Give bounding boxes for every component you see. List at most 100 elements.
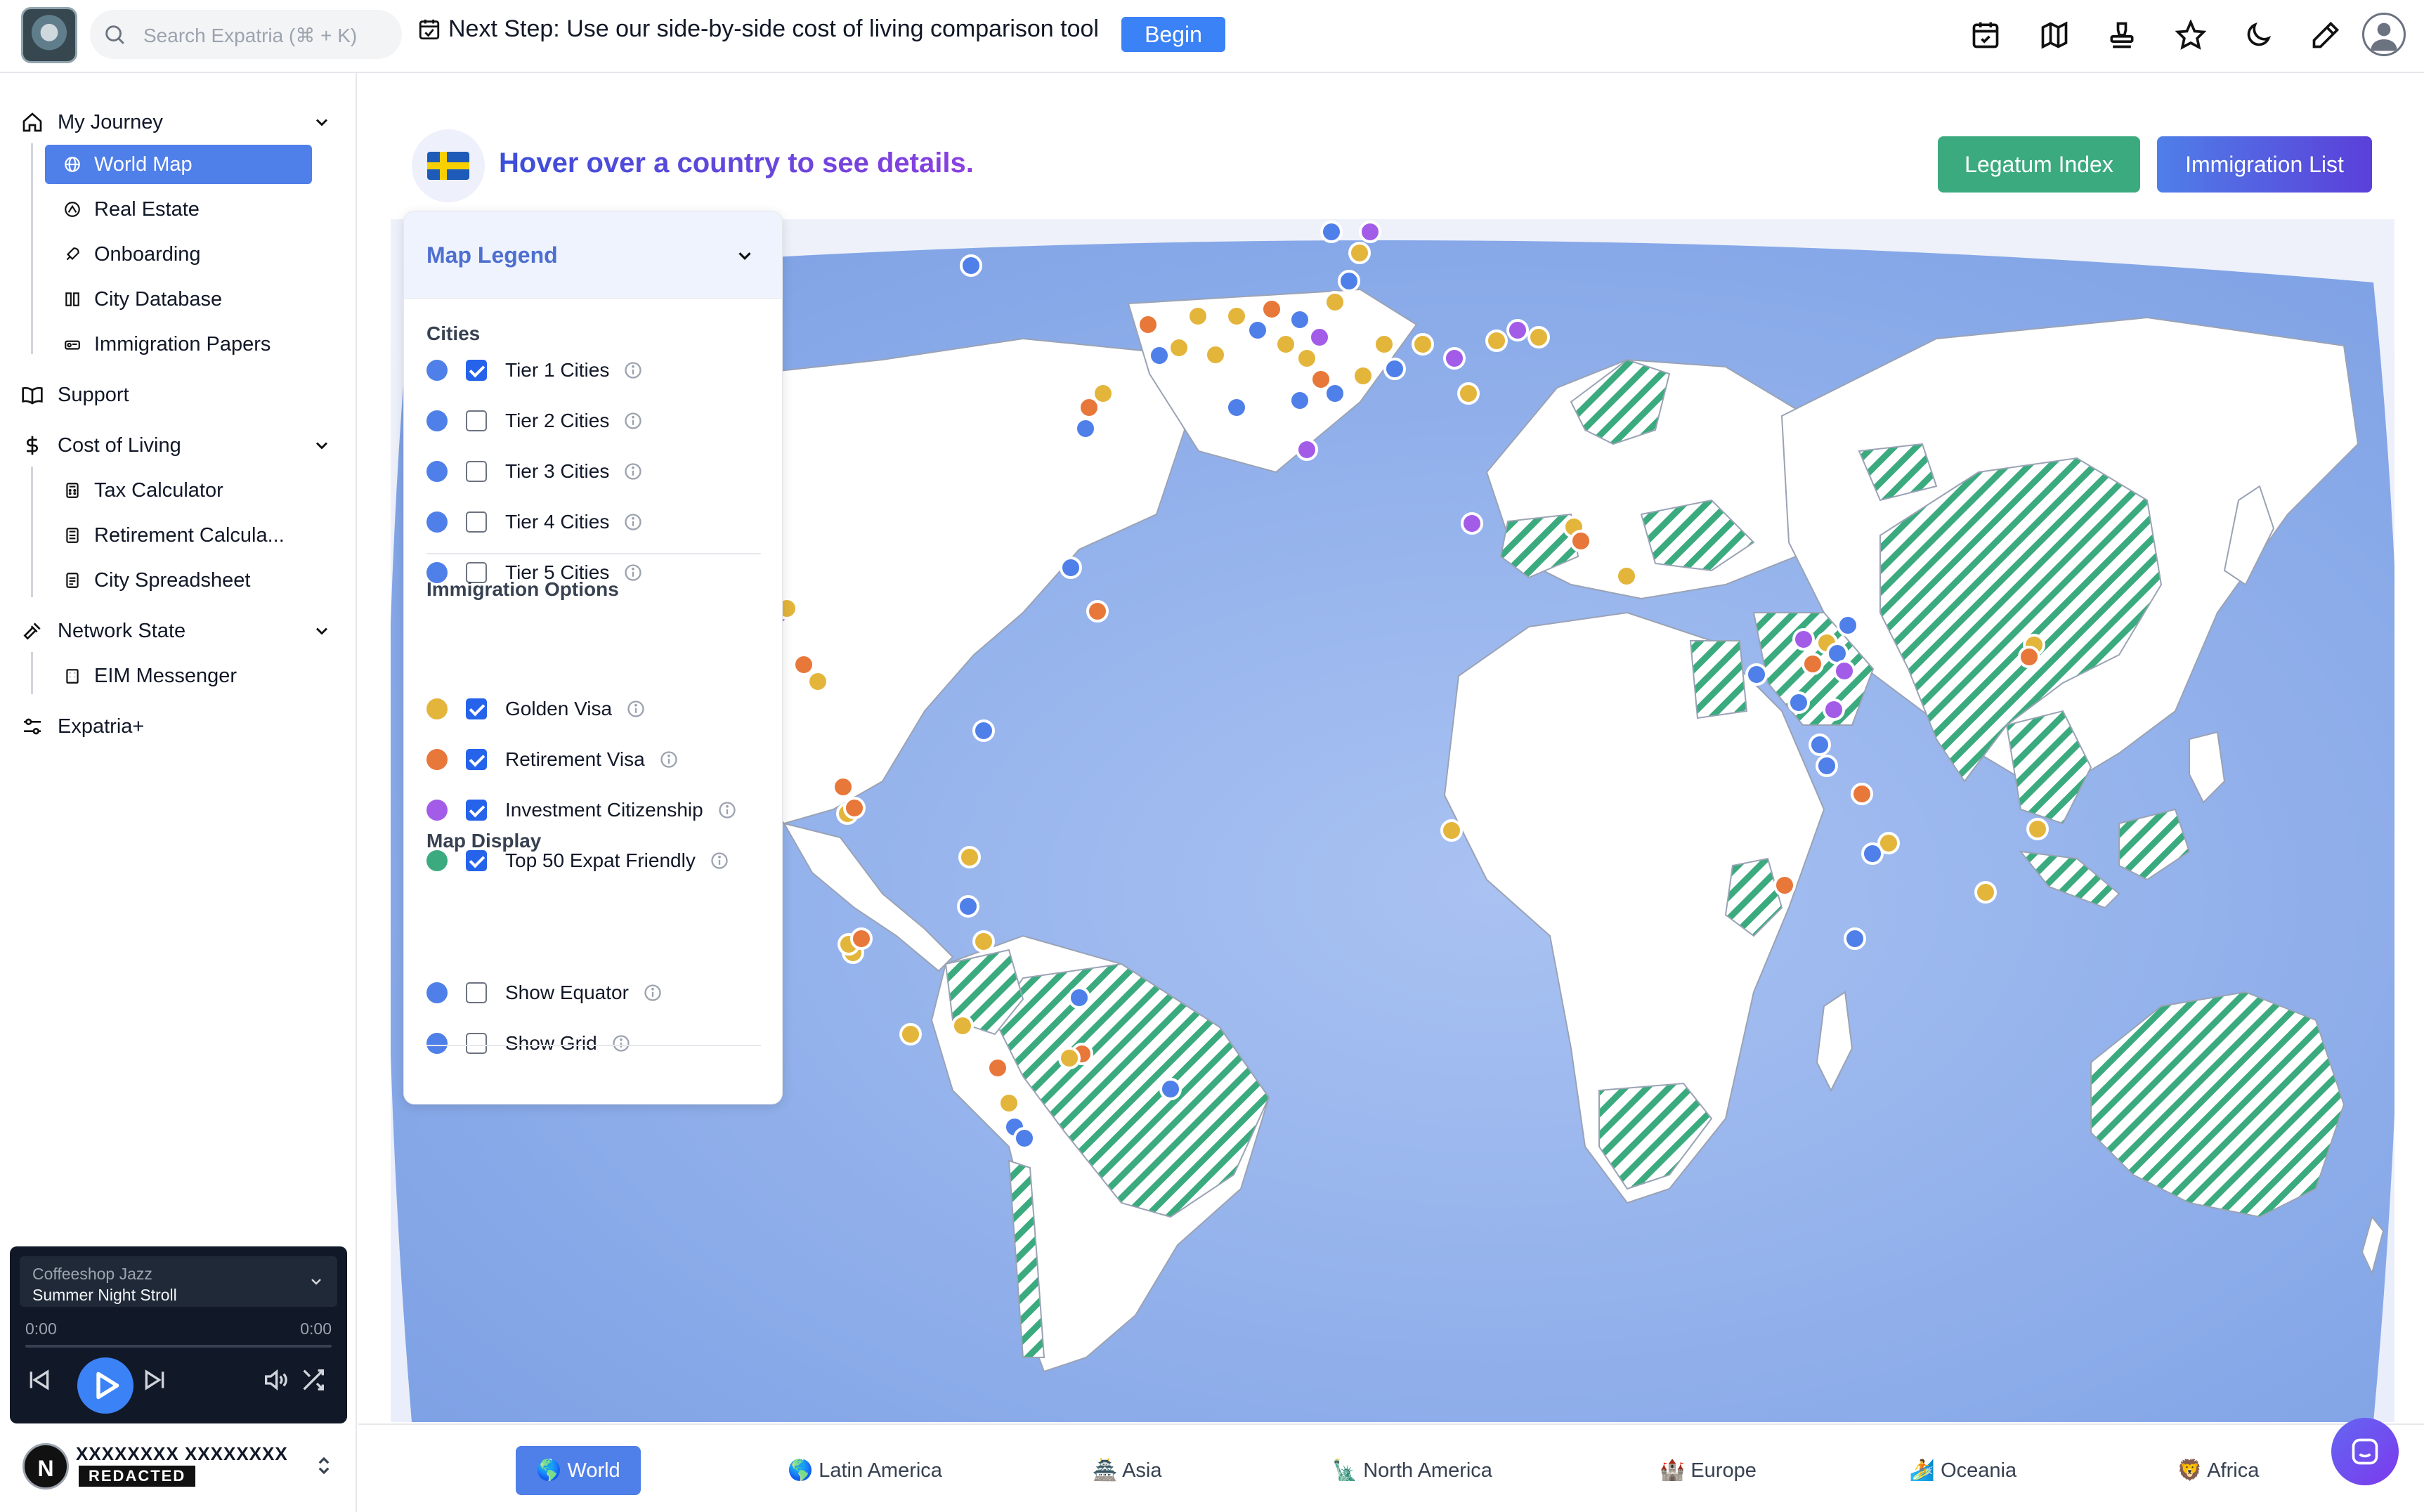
city-marker[interactable] xyxy=(1745,663,1768,686)
city-marker[interactable] xyxy=(1443,347,1466,370)
info-icon[interactable] xyxy=(623,462,643,481)
region-tab-oceania[interactable]: 🏄 Oceania xyxy=(1893,1446,2033,1495)
city-marker[interactable] xyxy=(1974,881,1997,904)
legend-row[interactable]: Tier 1 Cities xyxy=(426,355,643,386)
city-marker[interactable] xyxy=(1801,653,1824,675)
city-marker[interactable] xyxy=(1440,819,1463,842)
legend-checkbox[interactable] xyxy=(466,850,487,871)
legend-row[interactable]: Golden Visa xyxy=(426,693,646,724)
city-marker[interactable] xyxy=(793,653,815,676)
city-marker[interactable] xyxy=(958,846,981,868)
city-marker[interactable] xyxy=(1412,333,1434,356)
chevron-up-down-icon[interactable] xyxy=(313,1453,334,1478)
city-marker[interactable] xyxy=(1844,927,1866,950)
sidebar-section-cost-of-living[interactable]: Cost of Living xyxy=(21,424,181,467)
info-icon[interactable] xyxy=(623,512,643,532)
legend-checkbox[interactable] xyxy=(466,749,487,770)
city-marker[interactable] xyxy=(972,719,995,742)
legend-checkbox[interactable] xyxy=(466,461,487,482)
immigration-list-button[interactable]: Immigration List xyxy=(2157,136,2372,193)
legend-row[interactable]: Tier 3 Cities xyxy=(426,456,643,487)
city-marker[interactable] xyxy=(1225,305,1248,327)
city-marker[interactable] xyxy=(1485,330,1508,352)
legend-checkbox[interactable] xyxy=(466,360,487,381)
legatum-index-button[interactable]: Legatum Index xyxy=(1938,136,2140,193)
chevron-down-icon[interactable] xyxy=(312,621,332,641)
city-marker[interactable] xyxy=(1457,382,1480,405)
legend-header[interactable]: Map Legend xyxy=(404,211,782,299)
volume-icon[interactable] xyxy=(261,1366,289,1394)
city-marker[interactable] xyxy=(1137,313,1159,336)
city-marker[interactable] xyxy=(972,930,995,953)
sidebar-item-city-spreadsheet[interactable]: City Spreadsheet xyxy=(45,561,312,600)
play-button[interactable] xyxy=(77,1357,133,1414)
skip-back-icon[interactable] xyxy=(25,1366,53,1394)
moon-icon[interactable] xyxy=(2243,20,2274,51)
sidebar-section-my-journey[interactable]: My Journey xyxy=(21,101,163,143)
skip-forward-icon[interactable] xyxy=(141,1366,169,1394)
city-marker[interactable] xyxy=(832,776,854,798)
info-icon[interactable] xyxy=(659,750,679,769)
city-marker[interactable] xyxy=(1506,319,1529,341)
city-marker[interactable] xyxy=(1187,305,1209,327)
info-icon[interactable] xyxy=(717,800,737,820)
city-marker[interactable] xyxy=(1060,556,1082,579)
legend-row[interactable]: Investment Citizenship xyxy=(426,795,737,826)
sidebar-item-real-estate[interactable]: Real Estate xyxy=(45,190,312,229)
chevron-down-icon[interactable] xyxy=(312,436,332,455)
city-marker[interactable] xyxy=(1159,1078,1182,1100)
city-marker[interactable] xyxy=(1058,1047,1081,1069)
city-marker[interactable] xyxy=(1570,530,1592,552)
chat-button[interactable] xyxy=(2331,1418,2399,1485)
sidebar-item-eim-messenger[interactable]: EIM Messenger xyxy=(45,656,312,696)
city-marker[interactable] xyxy=(1168,337,1190,359)
city-marker[interactable] xyxy=(1352,365,1374,387)
city-marker[interactable] xyxy=(1615,565,1638,587)
playlist-selector[interactable]: Coffeeshop Jazz Summer Night Stroll xyxy=(20,1256,337,1307)
legend-checkbox[interactable] xyxy=(466,982,487,1003)
city-marker[interactable] xyxy=(951,1015,974,1037)
city-marker[interactable] xyxy=(2026,818,2049,840)
stamp-icon[interactable] xyxy=(2106,20,2137,51)
city-marker[interactable] xyxy=(1148,344,1171,367)
city-marker[interactable] xyxy=(1260,298,1283,320)
info-icon[interactable] xyxy=(643,983,663,1003)
map-icon[interactable] xyxy=(2039,20,2070,51)
region-tab-world[interactable]: 🌎 World xyxy=(516,1446,641,1495)
calendar-check-icon[interactable] xyxy=(1970,20,2001,51)
city-marker[interactable] xyxy=(1320,221,1343,243)
city-marker[interactable] xyxy=(1338,270,1360,292)
progress-bar[interactable] xyxy=(25,1345,332,1348)
city-marker[interactable] xyxy=(1324,291,1346,313)
sidebar-item-immigration-papers[interactable]: Immigration Papers xyxy=(45,325,312,364)
city-marker[interactable] xyxy=(1289,389,1311,412)
sidebar-section-support[interactable]: Support xyxy=(21,374,129,416)
sidebar-section-expatria-plus[interactable]: Expatria+ xyxy=(21,705,144,748)
city-marker[interactable] xyxy=(1204,344,1227,366)
region-tab-north-america[interactable]: 🗽 North America xyxy=(1317,1446,1508,1495)
info-icon[interactable] xyxy=(623,563,643,582)
info-icon[interactable] xyxy=(623,360,643,380)
legend-row[interactable]: Tier 4 Cities xyxy=(426,507,643,537)
pencil-icon[interactable] xyxy=(2310,20,2341,51)
city-marker[interactable] xyxy=(1246,319,1269,341)
city-marker[interactable] xyxy=(1823,698,1845,721)
region-tab-asia[interactable]: 🏯 Asia xyxy=(1085,1446,1169,1495)
city-marker[interactable] xyxy=(1068,986,1090,1009)
sidebar-item-onboarding[interactable]: Onboarding xyxy=(45,235,312,274)
city-marker[interactable] xyxy=(1833,660,1856,682)
city-marker[interactable] xyxy=(1851,783,1873,805)
region-tab-africa[interactable]: 🦁 Africa xyxy=(2158,1446,2278,1495)
city-marker[interactable] xyxy=(1527,326,1550,348)
city-marker[interactable] xyxy=(2018,646,2040,668)
legend-checkbox[interactable] xyxy=(466,698,487,719)
user-avatar-icon[interactable] xyxy=(2362,13,2406,56)
city-marker[interactable] xyxy=(1348,242,1371,264)
city-marker[interactable] xyxy=(1086,600,1109,623)
sidebar-item-tax-calculator[interactable]: Tax Calculator xyxy=(45,471,312,510)
sidebar-item-retirement-calculator[interactable]: Retirement Calcula... xyxy=(45,516,312,555)
begin-button[interactable]: Begin xyxy=(1121,17,1225,52)
city-marker[interactable] xyxy=(998,1092,1020,1114)
city-marker[interactable] xyxy=(960,254,982,277)
chevron-down-icon[interactable] xyxy=(734,245,755,266)
